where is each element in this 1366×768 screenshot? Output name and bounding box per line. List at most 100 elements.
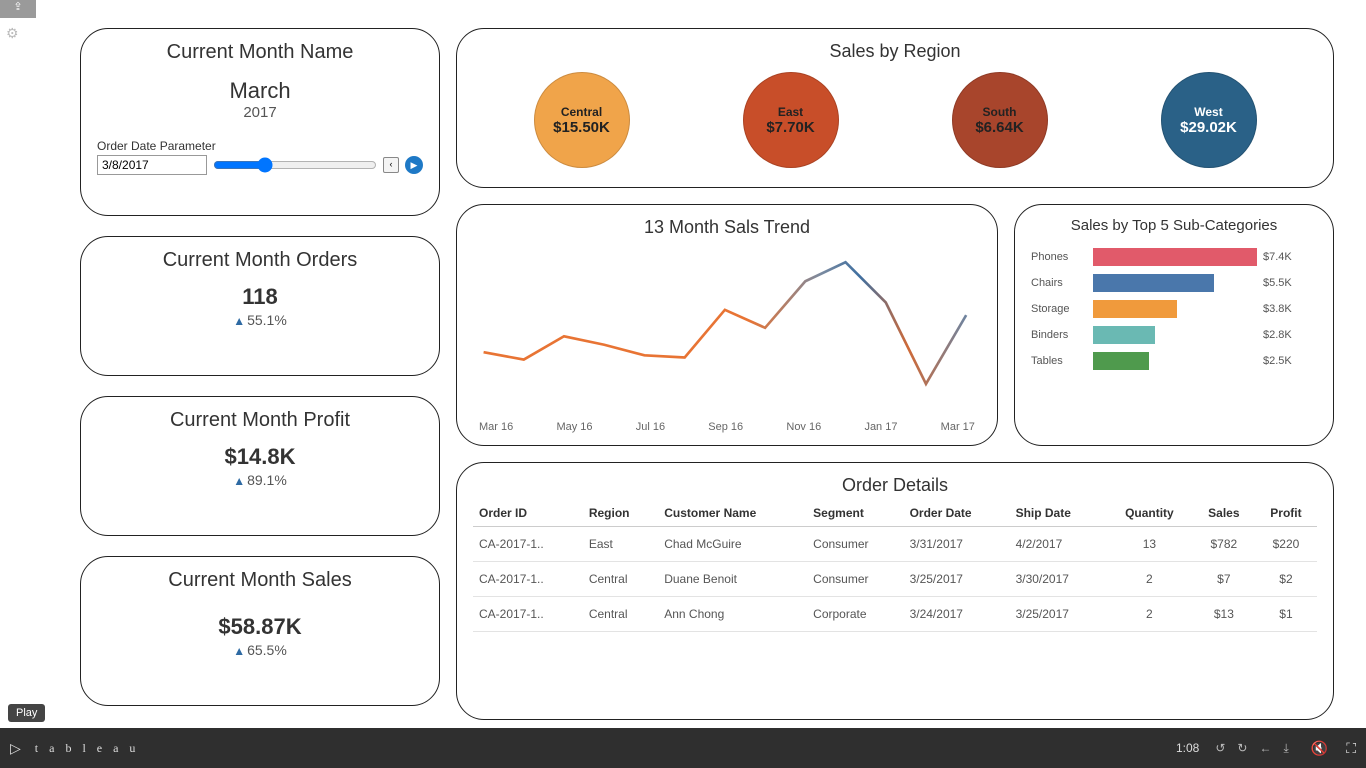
bar-fill (1093, 352, 1149, 370)
orders-delta: 55.1% (97, 312, 423, 328)
redo-icon[interactable]: ↻ (1237, 741, 1247, 755)
share-icon[interactable]: ⇪ (0, 0, 36, 18)
table-col-header[interactable]: Sales (1193, 500, 1255, 527)
settings-gear-icon[interactable]: ⚙ (6, 25, 19, 42)
card-order-details: Order Details Order IDRegionCustomer Nam… (456, 462, 1334, 720)
table-col-header[interactable]: Ship Date (1010, 500, 1106, 527)
order-date-slider[interactable] (213, 157, 377, 173)
region-name: Central (561, 105, 602, 119)
order-date-input[interactable] (97, 155, 207, 175)
topcat-value: $2.5K (1263, 355, 1317, 367)
topcat-bar-row: Phones $7.4K (1031, 244, 1317, 270)
profit-delta: 89.1% (97, 472, 423, 488)
video-play-badge[interactable]: Play (8, 704, 45, 722)
sales-value: $58.87K (97, 614, 423, 640)
table-col-header[interactable]: Quantity (1106, 500, 1193, 527)
table-cell: Ann Chong (658, 597, 807, 632)
table-cell: $1 (1255, 597, 1317, 632)
topcat-name: Storage (1031, 303, 1087, 315)
table-cell: Corporate (807, 597, 903, 632)
topcat-name: Chairs (1031, 277, 1087, 289)
parameter-play-button[interactable]: ▶ (405, 156, 423, 174)
region-circle[interactable]: South $6.64K (952, 72, 1048, 168)
table-col-header[interactable]: Order ID (473, 500, 583, 527)
parameter-label: Order Date Parameter (97, 139, 423, 153)
topcat-name: Tables (1031, 355, 1087, 367)
table-cell: 13 (1106, 527, 1193, 562)
back-icon[interactable]: ← (1259, 741, 1271, 755)
trend-axis-labels: Mar 16May 16Jul 16Sep 16Nov 16Jan 17Mar … (473, 421, 981, 433)
table-cell: 3/31/2017 (904, 527, 1010, 562)
table-header-row: Order IDRegionCustomer NameSegmentOrder … (473, 500, 1317, 527)
bar-fill (1093, 274, 1214, 292)
axis-tick-label: May 16 (556, 421, 592, 433)
table-col-header[interactable]: Customer Name (658, 500, 807, 527)
table-cell: 2 (1106, 597, 1193, 632)
table-row[interactable]: CA-2017-1..CentralAnn ChongCorporate3/24… (473, 597, 1317, 632)
topcat-bar-row: Binders $2.8K (1031, 322, 1317, 348)
topcat-name: Phones (1031, 251, 1087, 263)
card-title: Order Details (473, 475, 1317, 496)
region-circle[interactable]: West $29.02K (1161, 72, 1257, 168)
topcat-name: Binders (1031, 329, 1087, 341)
trend-line-chart (473, 246, 981, 416)
undo-icon[interactable]: ↺ (1215, 741, 1225, 755)
left-column: Current Month Name March 2017 Order Date… (80, 28, 440, 720)
step-back-button[interactable]: ‹ (383, 157, 399, 173)
video-time: 1:08 (1176, 741, 1199, 755)
card-top5-subcategories: Sales by Top 5 Sub-Categories Phones $7.… (1014, 204, 1334, 446)
table-cell: 2 (1106, 562, 1193, 597)
card-title: Sales by Top 5 Sub-Categories (1031, 217, 1317, 236)
table-col-header[interactable]: Order Date (904, 500, 1010, 527)
topcat-value: $3.8K (1263, 303, 1317, 315)
toolbar-icons: ↺ ↻ ← ⤓ (1215, 741, 1288, 756)
table-body: CA-2017-1..EastChad McGuireConsumer3/31/… (473, 527, 1317, 632)
table-cell: $7 (1193, 562, 1255, 597)
axis-tick-label: Jan 17 (864, 421, 897, 433)
card-title: Current Month Sales (97, 569, 423, 592)
table-row[interactable]: CA-2017-1..CentralDuane BenoitConsumer3/… (473, 562, 1317, 597)
topcat-bars: Phones $7.4K Chairs $5.5K Storage $3.8K … (1031, 244, 1317, 374)
volume-mute-icon[interactable]: 🔇 (1311, 740, 1328, 757)
region-circle[interactable]: East $7.70K (743, 72, 839, 168)
table-cell: $220 (1255, 527, 1317, 562)
download-icon[interactable]: ⤓ (1283, 741, 1288, 756)
card-title: Current Month Orders (97, 249, 423, 272)
region-circle[interactable]: Central $15.50K (534, 72, 630, 168)
axis-tick-label: Nov 16 (786, 421, 821, 433)
mid-row: 13 Month Sals Trend Mar 1 (456, 204, 1334, 446)
month-name-value: March (97, 78, 423, 104)
topcat-bar-row: Storage $3.8K (1031, 296, 1317, 322)
axis-tick-label: Mar 17 (941, 421, 975, 433)
card-current-month-name: Current Month Name March 2017 Order Date… (80, 28, 440, 216)
topcat-value: $5.5K (1263, 277, 1317, 289)
play-icon[interactable]: ▷ (10, 740, 21, 757)
order-details-table: Order IDRegionCustomer NameSegmentOrder … (473, 500, 1317, 632)
table-cell: Duane Benoit (658, 562, 807, 597)
table-cell: 3/25/2017 (904, 562, 1010, 597)
table-cell: East (583, 527, 658, 562)
table-col-header[interactable]: Profit (1255, 500, 1317, 527)
bar-track (1093, 300, 1257, 318)
tableau-logo: t a b l e a u (35, 741, 140, 756)
card-title: Current Month Name (97, 41, 423, 64)
table-cell: 4/2/2017 (1010, 527, 1106, 562)
region-name: East (778, 105, 803, 119)
region-value: $29.02K (1180, 119, 1237, 136)
card-current-month-sales: Current Month Sales $58.87K 65.5% (80, 556, 440, 706)
bar-track (1093, 326, 1257, 344)
card-title: 13 Month Sals Trend (473, 217, 981, 238)
region-name: South (983, 105, 1017, 119)
card-title: Sales by Region (473, 41, 1317, 62)
table-col-header[interactable]: Segment (807, 500, 903, 527)
topcat-bar-row: Tables $2.5K (1031, 348, 1317, 374)
region-name: West (1194, 105, 1222, 119)
fullscreen-icon[interactable]: ⛶ (1346, 740, 1356, 757)
bar-fill (1093, 326, 1155, 344)
bar-fill (1093, 300, 1177, 318)
card-sales-by-region: Sales by Region Central $15.50K East $7.7… (456, 28, 1334, 188)
table-cell: $782 (1193, 527, 1255, 562)
table-row[interactable]: CA-2017-1..EastChad McGuireConsumer3/31/… (473, 527, 1317, 562)
region-circles: Central $15.50K East $7.70K South $6.64K We… (473, 68, 1317, 176)
table-col-header[interactable]: Region (583, 500, 658, 527)
